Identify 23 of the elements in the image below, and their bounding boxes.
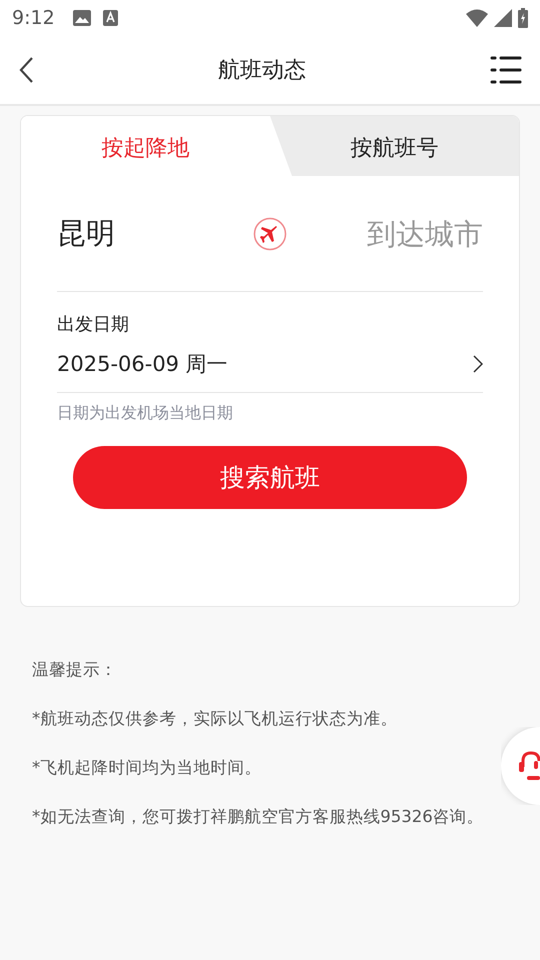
- airplane-icon[interactable]: [253, 216, 287, 250]
- tab[interactable]: 按航班号: [270, 116, 519, 176]
- arrival-city-field[interactable]: 到达城市: [323, 216, 483, 250]
- back-icon: [18, 56, 34, 84]
- wifi-icon: [466, 9, 488, 27]
- date-label: 出发日期: [57, 313, 130, 336]
- font-icon: [102, 10, 118, 26]
- battery-icon: [518, 8, 528, 28]
- tip-text: *飞机起降时间均为当地时间。: [32, 757, 262, 779]
- tips-title: 温馨提示：: [32, 659, 118, 681]
- image-icon: [72, 10, 91, 26]
- date-note: 日期为出发机场当地日期: [57, 403, 234, 424]
- clock-time: 9:12: [12, 7, 55, 29]
- tip-text: *如无法查询，您可拨打祥鹏航空官方客服热线95326咨询。: [32, 806, 485, 828]
- chevron-right-icon: [473, 355, 483, 373]
- menu-icon: [490, 56, 522, 84]
- tip-text: *航班动态仅供参考，实际以飞机运行状态为准。: [32, 708, 398, 730]
- page-title: 航班动态: [218, 57, 306, 85]
- search-flights-button[interactable]: 搜索航班: [73, 446, 467, 509]
- signal-icon: [494, 9, 512, 27]
- date-selector[interactable]: 2025-06-09 周一: [57, 336, 483, 393]
- headset-icon: [517, 749, 540, 783]
- departure-city-field[interactable]: 昆明: [57, 216, 217, 250]
